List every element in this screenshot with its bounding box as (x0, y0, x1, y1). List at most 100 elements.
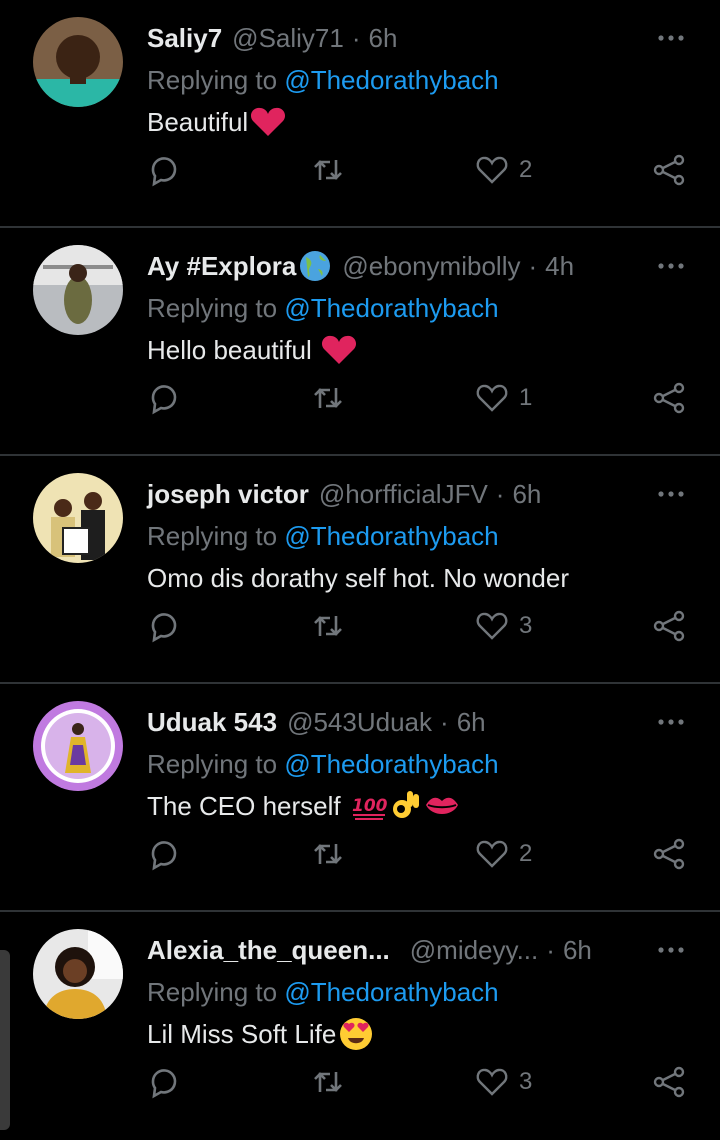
tweet-text-content: Omo dis dorathy self hot. No wonder (147, 563, 569, 593)
tweet-actions: 3 (147, 604, 707, 648)
more-icon[interactable] (656, 256, 686, 276)
heart-icon (476, 384, 508, 412)
retweet-button[interactable] (311, 1060, 345, 1104)
reply-icon (151, 613, 177, 643)
mention-link[interactable]: @Thedorathybach (284, 977, 498, 1007)
reply-button[interactable] (147, 604, 181, 648)
like-button[interactable]: 3 (475, 1060, 532, 1104)
svg-text:100: 100 (352, 796, 388, 816)
tweet-text: Hello beautiful (147, 332, 357, 368)
avatar[interactable] (33, 701, 123, 791)
replying-to: Replying to @Thedorathybach (147, 290, 499, 326)
share-icon (653, 154, 685, 186)
tweet-actions: 3 (147, 1060, 707, 1104)
ok-hand-icon (392, 791, 419, 818)
reply-tweet[interactable]: Ay #Explora @ebonymibolly · 4h Replying … (0, 226, 720, 456)
display-name[interactable]: Uduak 543 (147, 704, 277, 740)
retweet-icon (314, 616, 342, 636)
tweet-header: Ay #Explora @ebonymibolly · 4h (147, 248, 640, 284)
display-name[interactable]: Ay #Explora (147, 248, 296, 284)
tweet-header: Saliy7 @Saliy71 · 6h (147, 20, 640, 56)
replying-prefix: Replying to (147, 293, 278, 323)
kiss-mark-icon (425, 797, 458, 814)
tweet-header: Alexia_the_queen... @mideyy... · 6h (147, 932, 640, 968)
separator-dot: · (351, 23, 361, 53)
display-name[interactable]: joseph victor (147, 476, 309, 512)
reply-tweet[interactable]: Uduak 543 @543Uduak · 6h Replying to @Th… (0, 682, 720, 912)
timestamp[interactable]: 4h (545, 248, 574, 284)
avatar[interactable] (33, 245, 123, 335)
tweet-actions: 2 (147, 148, 707, 192)
share-icon (653, 610, 685, 642)
reply-button[interactable] (147, 376, 181, 420)
reply-tweet[interactable]: Alexia_the_queen... @mideyy... · 6h Repl… (0, 910, 720, 1140)
retweet-button[interactable] (311, 376, 345, 420)
reply-tweet[interactable]: joseph victor @horfficialJFV · 6h Replyi… (0, 454, 720, 684)
reply-icon (151, 385, 177, 415)
handle[interactable]: @543Uduak (287, 704, 432, 740)
share-button[interactable] (652, 148, 686, 192)
more-icon[interactable] (656, 940, 686, 960)
separator-dot: · (528, 251, 538, 281)
retweet-button[interactable] (311, 148, 345, 192)
display-name[interactable]: Alexia_the_queen... (147, 932, 390, 968)
retweet-icon (314, 160, 342, 180)
avatar[interactable] (33, 17, 123, 107)
red-heart-icon (321, 335, 357, 364)
share-button[interactable] (652, 376, 686, 420)
handle[interactable]: @horfficialJFV (319, 476, 488, 512)
like-button[interactable]: 2 (475, 832, 532, 876)
tweet-text: Lil Miss Soft Life (147, 1016, 374, 1052)
reply-button[interactable] (147, 832, 181, 876)
tweet-text-content: Beautiful (147, 107, 249, 137)
globe-icon (300, 251, 331, 281)
retweet-icon (314, 388, 342, 408)
retweet-icon (314, 844, 342, 864)
timestamp[interactable]: 6h (563, 932, 592, 968)
like-button[interactable]: 2 (475, 148, 532, 192)
mention-link[interactable]: @Thedorathybach (284, 293, 498, 323)
more-icon[interactable] (656, 484, 686, 504)
more-icon[interactable] (656, 28, 686, 48)
share-icon (653, 1066, 685, 1098)
timestamp[interactable]: 6h (512, 476, 541, 512)
like-button[interactable]: 3 (475, 604, 532, 648)
reply-icon (151, 157, 177, 187)
tweet-text-content: Hello beautiful (147, 335, 319, 365)
tweet-actions: 2 (147, 832, 707, 876)
replying-prefix: Replying to (147, 977, 278, 1007)
replying-prefix: Replying to (147, 65, 278, 95)
tweet-text: Omo dis dorathy self hot. No wonder (147, 560, 569, 596)
avatar[interactable] (33, 473, 123, 563)
share-button[interactable] (652, 604, 686, 648)
reply-button[interactable] (147, 148, 181, 192)
timestamp[interactable]: 6h (369, 20, 398, 56)
heart-eyes-icon (340, 1018, 373, 1050)
share-button[interactable] (652, 1060, 686, 1104)
replying-to: Replying to @Thedorathybach (147, 974, 499, 1010)
like-count: 2 (519, 156, 533, 183)
heart-icon (476, 840, 508, 868)
replying-to: Replying to @Thedorathybach (147, 518, 499, 554)
replying-prefix: Replying to (147, 521, 278, 551)
retweet-button[interactable] (311, 832, 345, 876)
timestamp[interactable]: 6h (457, 704, 486, 740)
mention-link[interactable]: @Thedorathybach (284, 65, 498, 95)
share-button[interactable] (652, 832, 686, 876)
display-name[interactable]: Saliy7 (147, 20, 222, 56)
handle[interactable]: @mideyy... (410, 932, 539, 968)
reply-button[interactable] (147, 1060, 181, 1104)
avatar[interactable] (33, 929, 123, 1019)
replying-to: Replying to @Thedorathybach (147, 62, 499, 98)
like-button[interactable]: 1 (475, 376, 532, 420)
mention-link[interactable]: @Thedorathybach (284, 521, 498, 551)
separator-dot: · (495, 479, 505, 509)
reply-feed: Saliy7 @Saliy71 · 6h Replying to @Thedor… (0, 0, 720, 1140)
reply-tweet[interactable]: Saliy7 @Saliy71 · 6h Replying to @Thedor… (0, 0, 720, 228)
mention-link[interactable]: @Thedorathybach (284, 749, 498, 779)
retweet-button[interactable] (311, 604, 345, 648)
handle[interactable]: @Saliy71 (232, 20, 344, 56)
handle[interactable]: @ebonymibolly (342, 248, 520, 284)
edge-scroll-handle[interactable] (0, 950, 10, 1130)
more-icon[interactable] (656, 712, 686, 732)
